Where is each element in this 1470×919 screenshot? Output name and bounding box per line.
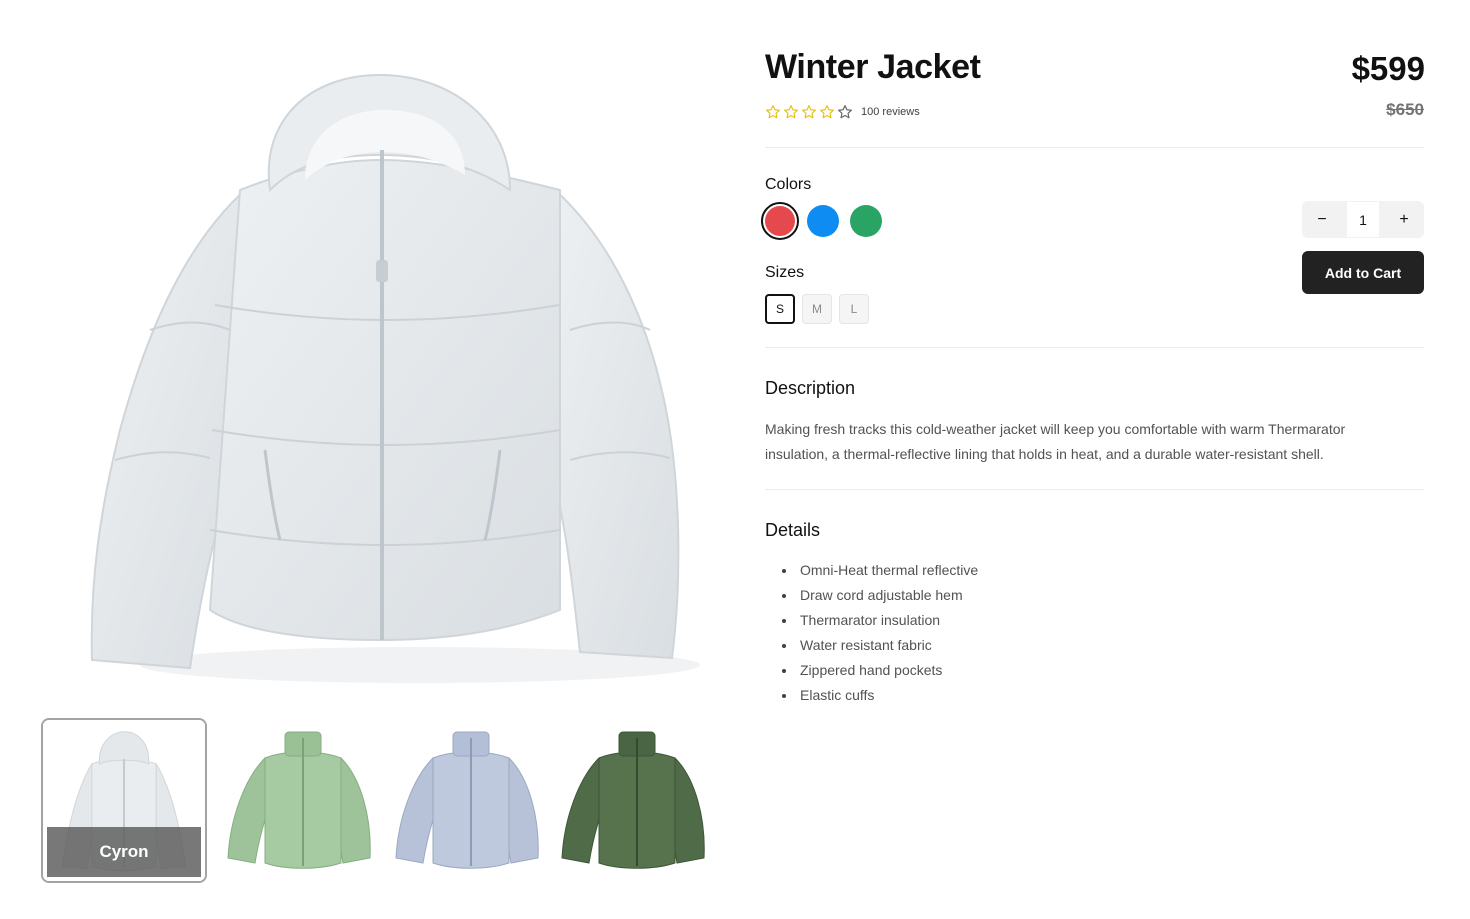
thumbnail-blue-jacket[interactable]: [388, 718, 554, 883]
thumbnail-green-jacket[interactable]: [220, 718, 386, 883]
divider: [765, 147, 1424, 148]
star-icon: [820, 105, 834, 119]
thumbnail-strip: Cyron: [40, 718, 720, 883]
list-item: Elastic cuffs: [780, 683, 978, 708]
quantity-stepper: − 1 +: [1302, 201, 1424, 238]
size-m-button[interactable]: M: [802, 294, 832, 324]
star-empty-icon: [838, 105, 852, 119]
add-to-cart-button[interactable]: Add to Cart: [1302, 251, 1424, 294]
star-icon: [766, 105, 780, 119]
color-swatch-green[interactable]: [850, 205, 882, 237]
bullet-icon: [782, 643, 786, 648]
details-list: Omni-Heat thermal reflective Draw cord a…: [780, 558, 978, 708]
thumbnail-white-jacket[interactable]: Cyron: [41, 718, 207, 883]
description-heading: Description: [765, 378, 856, 398]
size-s-button[interactable]: S: [765, 294, 795, 324]
product-price: $599: [1351, 50, 1425, 87]
original-price: $650: [1386, 100, 1424, 119]
list-item: Water resistant fabric: [780, 633, 978, 658]
quantity-decrement-button[interactable]: −: [1302, 201, 1342, 238]
jacket-illustration: [90, 73, 700, 683]
detail-text: Zippered hand pockets: [800, 662, 943, 678]
color-swatch-blue[interactable]: [807, 205, 839, 237]
color-swatches: [761, 202, 893, 240]
star-icon: [802, 105, 816, 119]
list-item: Omni-Heat thermal reflective: [780, 558, 978, 583]
jacket-thumbnail-image: [554, 718, 720, 883]
bullet-icon: [782, 693, 786, 698]
size-options: S M L: [765, 294, 876, 324]
thumbnail-darkgreen-jacket[interactable]: [554, 718, 720, 883]
bullet-icon: [782, 668, 786, 673]
thumbnail-caption: Cyron: [47, 827, 201, 877]
colors-label: Colors: [765, 176, 812, 193]
bullet-icon: [782, 593, 786, 598]
jacket-thumbnail-image: [220, 718, 386, 883]
detail-text: Elastic cuffs: [800, 687, 875, 703]
divider: [765, 347, 1424, 348]
description-text: Making fresh tracks this cold-weather ja…: [765, 421, 1346, 462]
bullet-icon: [782, 618, 786, 623]
list-item: Draw cord adjustable hem: [780, 583, 978, 608]
sizes-label: Sizes: [765, 264, 805, 281]
details-heading: Details: [765, 520, 821, 540]
quantity-increment-button[interactable]: +: [1384, 201, 1424, 238]
list-item: Zippered hand pockets: [780, 658, 978, 683]
detail-text: Thermarator insulation: [800, 612, 941, 628]
divider: [765, 489, 1424, 490]
rating: 100 reviews: [765, 102, 920, 122]
review-count[interactable]: 100 reviews: [861, 106, 920, 118]
color-swatch-red[interactable]: [761, 202, 799, 240]
jacket-thumbnail-image: [388, 718, 554, 883]
bullet-icon: [782, 568, 786, 573]
detail-text: Draw cord adjustable hem: [800, 587, 963, 603]
main-product-image: [40, 40, 720, 700]
detail-text: Omni-Heat thermal reflective: [800, 562, 979, 578]
star-icon: [784, 105, 798, 119]
size-l-button[interactable]: L: [839, 294, 869, 324]
quantity-value[interactable]: 1: [1347, 202, 1379, 237]
detail-text: Water resistant fabric: [800, 637, 932, 653]
list-item: Thermarator insulation: [780, 608, 978, 633]
product-title: Winter Jacket: [765, 48, 981, 86]
